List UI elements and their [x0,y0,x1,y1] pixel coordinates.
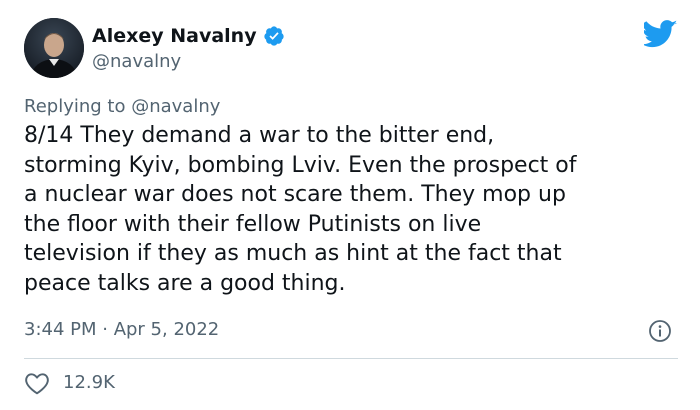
divider [24,358,678,359]
twitter-bird-icon[interactable] [644,20,678,48]
tweet-card: Alexey Navalny @navalny Replying to @nav… [0,0,700,410]
avatar[interactable] [24,18,84,78]
author-name-row[interactable]: Alexey Navalny [92,24,285,48]
avatar-image [24,18,84,78]
tweet-text: 8/14 They demand a war to the bitter end… [24,123,577,296]
author-display-name[interactable]: Alexey Navalny [92,24,257,48]
info-icon[interactable] [648,319,672,343]
verified-badge-icon [263,26,284,46]
replying-to-mention[interactable]: @navalny [131,96,220,117]
like-action[interactable]: 12.9K [24,371,115,395]
like-count: 12.9K [63,372,115,393]
author-handle[interactable]: @navalny [92,50,181,74]
heart-icon[interactable] [24,371,50,395]
replying-to: Replying to @navalny [24,95,220,119]
replying-to-prefix: Replying to [24,96,132,117]
tweet-timestamp[interactable]: 3:44 PM · Apr 5, 2022 [24,318,219,342]
